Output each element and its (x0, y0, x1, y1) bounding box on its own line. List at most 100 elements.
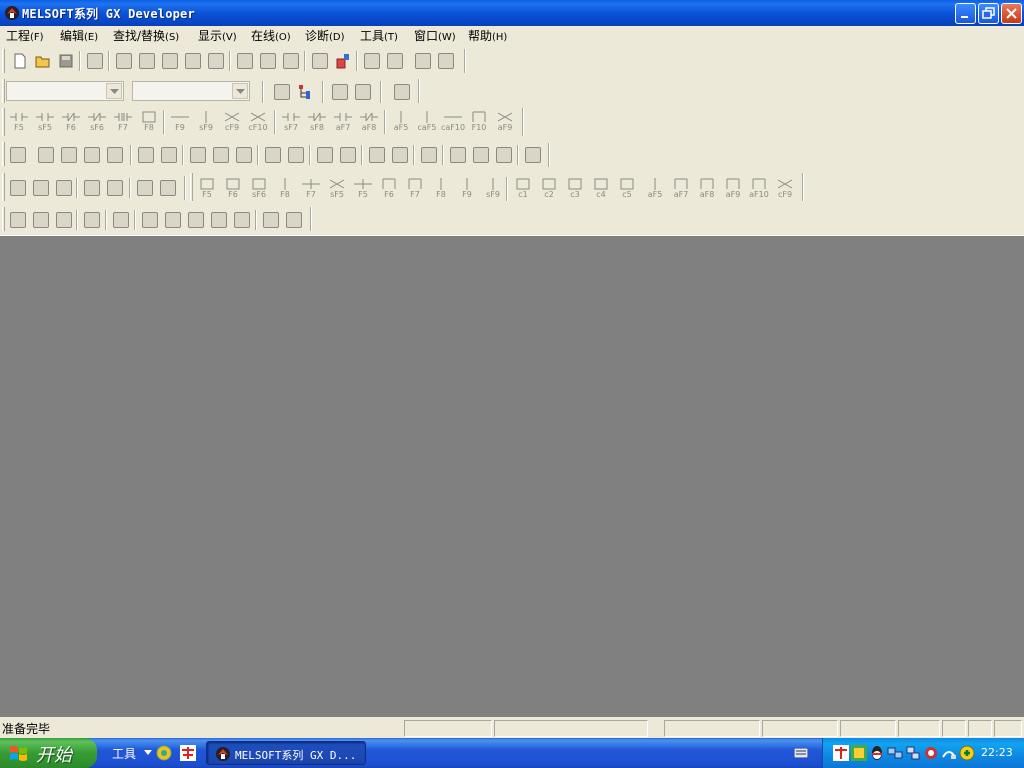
antivirus-icon[interactable] (959, 745, 975, 761)
tray-clock[interactable]: 22:23 (981, 746, 1013, 759)
write-plc-button[interactable] (308, 49, 331, 71)
draw-line-button[interactable] (232, 143, 255, 165)
ladder-key-b6[interactable]: F5 (350, 175, 375, 201)
network-2-icon[interactable] (905, 745, 921, 761)
ladder-key-b11[interactable]: sF9 (480, 175, 505, 201)
restore-button[interactable] (978, 3, 999, 24)
device-memory-button[interactable] (351, 80, 374, 102)
minimize-button[interactable] (955, 3, 976, 24)
ladder-key-2[interactable]: F6 (58, 108, 83, 134)
qq-icon[interactable] (869, 745, 885, 761)
ladder-key-c9[interactable]: aF10 (746, 175, 771, 201)
note-edit-button[interactable] (80, 143, 103, 165)
start-button[interactable]: 开始 (0, 738, 97, 768)
copy-button[interactable] (135, 49, 158, 71)
convert-button[interactable] (336, 143, 359, 165)
ladder-key-4[interactable]: F7 (110, 108, 135, 134)
ladder-key-c7[interactable]: aF8 (694, 175, 719, 201)
ladder-key-c1[interactable]: c2 (536, 175, 561, 201)
change-close-button[interactable] (446, 143, 469, 165)
find-device-button[interactable] (233, 49, 256, 71)
menu-edit[interactable]: 编辑(E) (60, 28, 98, 44)
ladder-key-b9[interactable]: F8 (428, 175, 453, 201)
browser-icon[interactable] (156, 745, 172, 761)
ladder-key-b1[interactable]: F6 (220, 175, 245, 201)
ladder-key-7[interactable]: sF9 (193, 108, 218, 134)
statement-edit-button[interactable] (57, 143, 80, 165)
program-select[interactable] (132, 81, 250, 101)
list-monitor-button[interactable] (103, 176, 126, 198)
menu-project[interactable]: 工程(F) (6, 28, 44, 44)
device-batch-button[interactable] (6, 143, 29, 165)
ladder-key-c4[interactable]: c5 (614, 175, 639, 201)
open-file-button[interactable] (31, 49, 54, 71)
convert-all-button[interactable] (365, 143, 388, 165)
keyboard-icon[interactable] (794, 748, 808, 758)
security-icon[interactable] (923, 745, 939, 761)
melsoft-tray-icon[interactable] (833, 745, 849, 761)
monitor-write-mode-button[interactable] (109, 208, 132, 230)
param-check-button[interactable] (411, 49, 434, 71)
toolbar-grip[interactable] (2, 142, 5, 166)
timing-button[interactable] (492, 143, 515, 165)
ladder-key-15[interactable]: caF5 (414, 108, 439, 134)
ladder-key-c6[interactable]: aF7 (668, 175, 693, 201)
stop-button[interactable] (207, 208, 230, 230)
menu-view[interactable]: 显示(V) (198, 28, 237, 44)
alias-button[interactable] (103, 143, 126, 165)
io-assign-button[interactable] (6, 176, 29, 198)
title-bar[interactable]: MELSOFT系列 GX Developer (0, 0, 1024, 26)
ladder-key-b5[interactable]: sF5 (324, 175, 349, 201)
usb-icon[interactable] (941, 745, 957, 761)
menu-window[interactable]: 窗口(W) (414, 28, 456, 44)
batch-edit-button[interactable] (388, 143, 411, 165)
start-button[interactable] (184, 208, 207, 230)
print-button[interactable] (83, 49, 106, 71)
read-plc-button[interactable] (331, 49, 354, 71)
network-icon[interactable] (887, 745, 903, 761)
data-type-select-arrow[interactable] (106, 83, 122, 99)
write-mode-button[interactable] (52, 208, 75, 230)
menu-help[interactable]: 帮助(H) (468, 28, 507, 44)
find-button[interactable] (6, 208, 29, 230)
ladder-key-b4[interactable]: F7 (298, 175, 323, 201)
ladder-key-13[interactable]: aF8 (356, 108, 381, 134)
ladder-key-9[interactable]: cF10 (245, 108, 270, 134)
ladder-key-6[interactable]: F9 (167, 108, 192, 134)
toolbar-grip[interactable] (2, 207, 5, 231)
program-check-button[interactable] (434, 49, 457, 71)
ladder-key-18[interactable]: aF9 (492, 108, 517, 134)
ladder-key-b7[interactable]: F6 (376, 175, 401, 201)
toolbar-grip[interactable] (190, 173, 193, 201)
ladder-key-1[interactable]: sF5 (32, 108, 57, 134)
close-button[interactable] (1001, 3, 1022, 24)
undo-button[interactable] (181, 49, 204, 71)
ladder-key-17[interactable]: F10 (466, 108, 491, 134)
device-test-button[interactable] (138, 208, 161, 230)
app-tray-icon[interactable] (851, 745, 867, 761)
delete-line-button[interactable] (261, 143, 284, 165)
ladder-key-c5[interactable]: aF5 (642, 175, 667, 201)
bcd-button[interactable] (80, 176, 103, 198)
column-insert-button[interactable] (186, 143, 209, 165)
save-button[interactable] (54, 49, 77, 71)
sample-button[interactable] (469, 143, 492, 165)
ladder-key-b0[interactable]: F5 (194, 175, 219, 201)
taskbar-item-gx-developer[interactable]: MELSOFT系列 GX D... (206, 741, 366, 765)
memory-batch-button[interactable] (161, 208, 184, 230)
read-mode-button[interactable] (29, 208, 52, 230)
line-delete-button[interactable] (157, 143, 180, 165)
instr-list-button[interactable] (521, 143, 544, 165)
find-instruction-button[interactable] (256, 49, 279, 71)
toolbar-grip[interactable] (2, 108, 5, 136)
sort-button[interactable] (156, 176, 179, 198)
ladder-key-10[interactable]: sF7 (278, 108, 303, 134)
device-comment-button[interactable] (328, 80, 351, 102)
menu-online[interactable]: 在线(O) (251, 28, 291, 44)
find-contact-button[interactable] (279, 49, 302, 71)
melsoft-quick-icon[interactable] (180, 745, 196, 761)
menu-find-replace[interactable]: 查找/替换(S) (113, 28, 179, 44)
ladder-key-14[interactable]: aF5 (388, 108, 413, 134)
monitor-mode-button[interactable] (80, 208, 103, 230)
zoom-button[interactable] (313, 143, 336, 165)
